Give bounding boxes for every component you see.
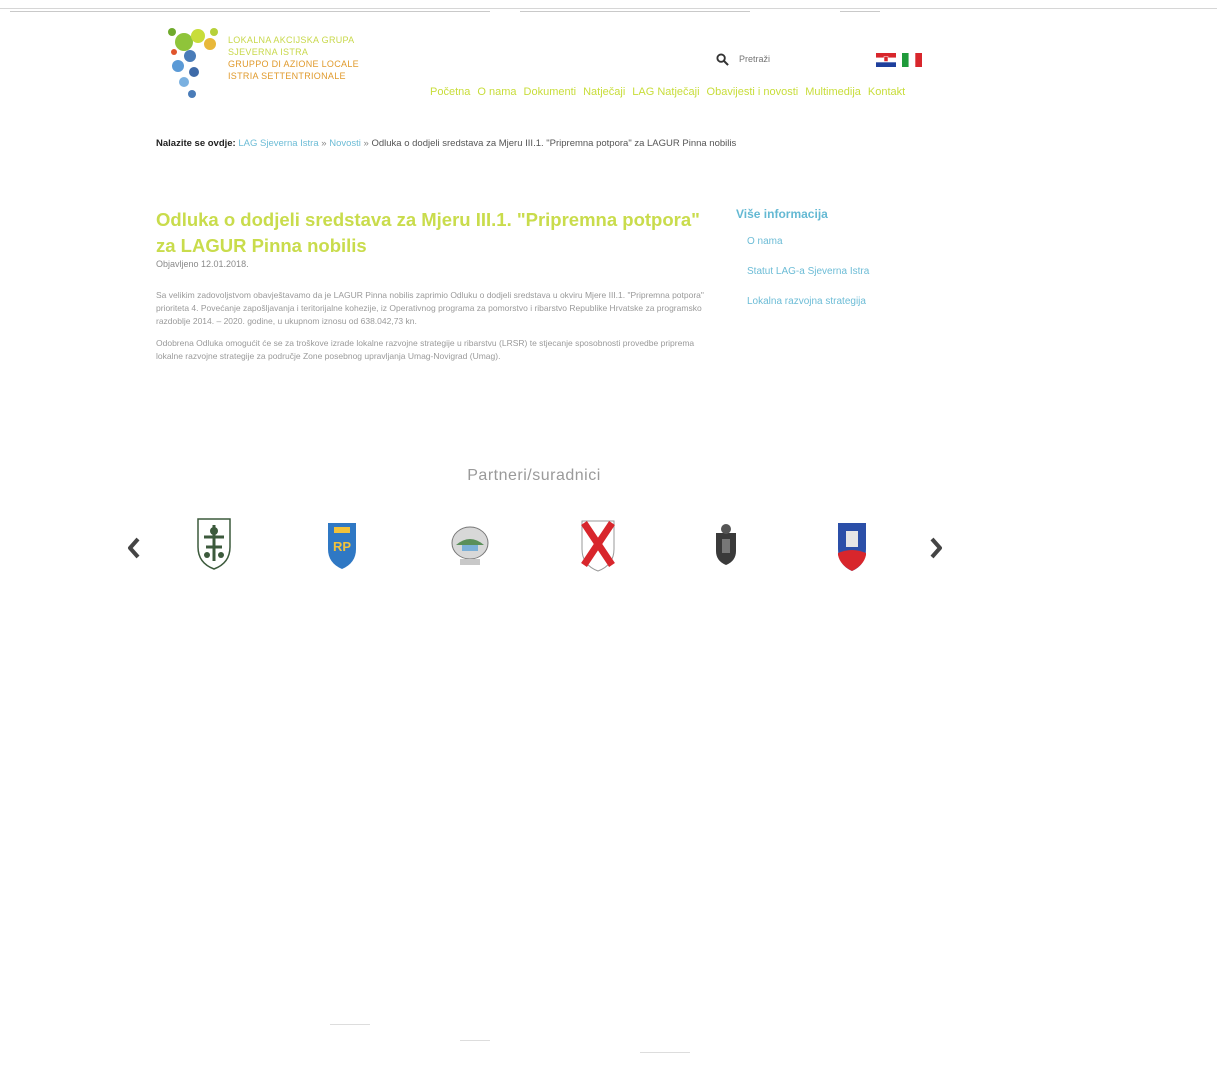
partners-title: Partneri/suradnici xyxy=(467,467,601,484)
croatian-flag-icon[interactable] xyxy=(876,53,896,67)
svg-text:RP: RP xyxy=(333,539,351,554)
nav-item-obavijesti[interactable]: Obavijesti i novosti xyxy=(707,86,799,98)
breadcrumb-separator: » xyxy=(321,138,327,149)
breadcrumb-label: Nalazite se ovdje: xyxy=(156,138,236,149)
logo-text: LOKALNA AKCIJSKA GRUPA SJEVERNA ISTRA GR… xyxy=(228,34,368,82)
breadcrumb-news-link[interactable]: Novosti xyxy=(329,138,361,149)
partner-logo[interactable] xyxy=(448,515,492,573)
chevron-right-icon xyxy=(930,537,942,559)
logo-line-2: SJEVERNA ISTRA xyxy=(228,47,309,57)
publish-date: Objavljeno 12.01.2018. xyxy=(156,259,249,269)
umag-crest-icon: RP xyxy=(328,523,356,569)
sidebar-link-statut[interactable]: Statut LAG-a Sjeverna Istra xyxy=(747,266,936,277)
breadcrumb-home-link[interactable]: LAG Sjeverna Istra xyxy=(238,138,318,149)
main-navigation: Početna O nama Dokumenti Natječaji LAG N… xyxy=(430,86,905,98)
page-title: Odluka o dodjeli sredstava za Mjeru III.… xyxy=(156,209,700,256)
site-logo[interactable]: LOKALNA AKCIJSKA GRUPA SJEVERNA ISTRA GR… xyxy=(162,22,362,104)
partner-logo[interactable] xyxy=(704,515,748,573)
grapes-logo-icon xyxy=(168,28,218,98)
article-paragraph: Sa velikim zadovoljstvom obavještavamo d… xyxy=(156,290,704,326)
partner-logo[interactable]: RP xyxy=(320,515,364,573)
search-box[interactable] xyxy=(716,50,806,68)
novigrad-crest-icon xyxy=(451,526,489,565)
oprtalj-crest-icon xyxy=(838,523,866,571)
partner-logo[interactable] xyxy=(830,515,874,573)
italian-flag-icon[interactable] xyxy=(902,53,922,67)
nav-item-dokumenti[interactable]: Dokumenti xyxy=(524,86,577,98)
nav-item-pocetna[interactable]: Početna xyxy=(430,86,470,98)
buje-crest-icon xyxy=(197,518,231,570)
news-article: Odluka o dodjeli sredstava za Mjeru III.… xyxy=(156,207,718,363)
nav-item-natjecaji[interactable]: Natječaji xyxy=(583,86,625,98)
carousel-next-button[interactable] xyxy=(926,533,946,563)
carousel-prev-button[interactable] xyxy=(124,533,144,563)
article-paragraph: Odobrena Odluka omogućit će se za troško… xyxy=(156,338,695,361)
nav-item-multimedija[interactable]: Multimedija xyxy=(805,86,861,98)
search-icon[interactable] xyxy=(716,52,729,66)
language-switcher xyxy=(876,53,922,67)
logo-line-1: LOKALNA AKCIJSKA GRUPA xyxy=(228,35,355,45)
breadcrumb-separator: » xyxy=(363,138,369,149)
nav-item-o-nama[interactable]: O nama xyxy=(477,86,516,98)
scan-artifact xyxy=(330,1024,370,1025)
sidebar-link-strategija[interactable]: Lokalna razvojna strategija xyxy=(747,296,936,307)
brtonigla-crest-icon xyxy=(581,520,615,572)
top-utility-strip xyxy=(0,8,1217,17)
logo-line-3: GRUPPO DI AZIONE LOCALE xyxy=(228,59,359,69)
groznjan-crest-icon xyxy=(716,524,736,565)
scan-artifact xyxy=(460,1040,490,1041)
nav-item-lag-natjecaji[interactable]: LAG Natječaji xyxy=(632,86,699,98)
sidebar-more-info: Više informacija O nama Statut LAG-a Sje… xyxy=(736,207,936,307)
partner-logo[interactable] xyxy=(192,515,236,573)
scan-artifact xyxy=(640,1052,690,1053)
breadcrumb: Nalazite se ovdje: LAG Sjeverna Istra » … xyxy=(156,138,736,149)
logo-line-4: ISTRIA SETTENTRIONALE xyxy=(228,71,346,81)
search-input[interactable] xyxy=(739,54,799,64)
chevron-left-icon xyxy=(128,537,140,559)
sidebar-title: Više informacija xyxy=(736,207,828,221)
breadcrumb-current: Odluka o dodjeli sredstava za Mjeru III.… xyxy=(371,138,737,149)
nav-item-kontakt[interactable]: Kontakt xyxy=(868,86,905,98)
sidebar-link-o-nama[interactable]: O nama xyxy=(747,236,936,247)
partner-logo[interactable] xyxy=(576,515,620,573)
